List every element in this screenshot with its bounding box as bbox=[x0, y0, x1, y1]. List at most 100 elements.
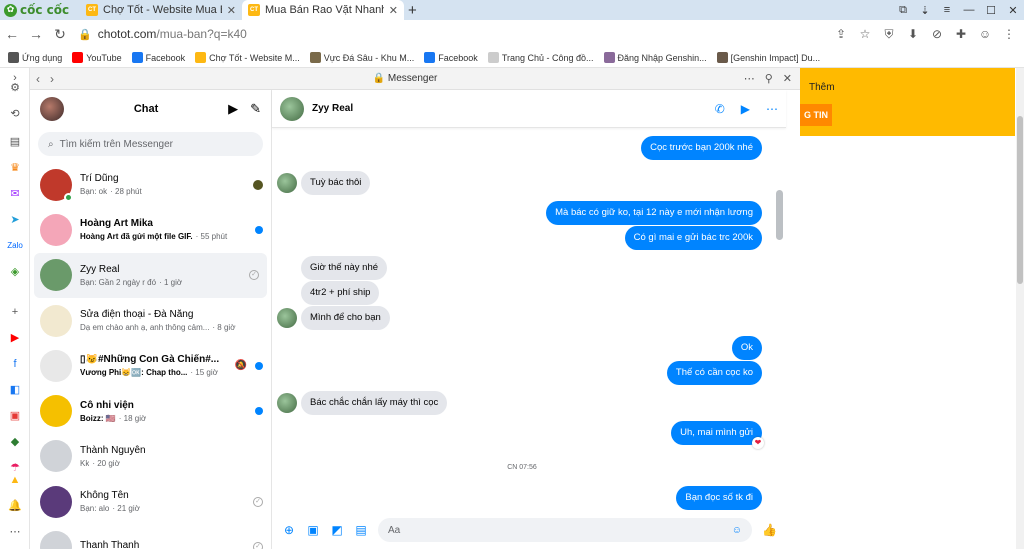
message-bubble-in[interactable]: Mình để cho bạn bbox=[301, 306, 390, 330]
video-icon[interactable]: ▶ bbox=[741, 102, 750, 116]
history-icon[interactable]: ⟲ bbox=[7, 106, 23, 122]
message-bubble-out[interactable]: Ok bbox=[731, 336, 762, 360]
emoji-icon[interactable]: ☺ bbox=[732, 525, 742, 536]
bookmark-item[interactable]: Facebook bbox=[424, 52, 478, 63]
download-icon[interactable]: ⬇ bbox=[904, 25, 922, 43]
shortcut-icon[interactable]: ◧ bbox=[7, 382, 23, 398]
more-icon[interactable]: ⋯ bbox=[7, 524, 23, 540]
compose-icon[interactable]: ✎ bbox=[250, 101, 261, 117]
message-bubble-out[interactable]: Bạn đọc số tk đi bbox=[676, 486, 762, 510]
minimize-icon[interactable]: — bbox=[958, 4, 980, 16]
seen-icon: ✓ bbox=[253, 496, 263, 507]
chotot-icon[interactable]: ▲ bbox=[7, 472, 23, 488]
message-bubble-out[interactable]: Thế có cần cọc ko bbox=[666, 361, 762, 385]
pin-icon[interactable]: ⚲ bbox=[765, 72, 773, 85]
bookmark-item[interactable]: Chợ Tốt - Website M... bbox=[195, 52, 300, 63]
zalo-icon[interactable]: Zalo bbox=[7, 238, 23, 254]
sticker-icon[interactable]: ◩ bbox=[330, 523, 344, 537]
message-input[interactable]: Aa ☺ bbox=[378, 518, 752, 542]
bookmark-item[interactable]: Vực Đá Sâu - Khu M... bbox=[309, 52, 414, 63]
bookmark-item[interactable]: YouTube bbox=[72, 52, 122, 63]
avatar[interactable] bbox=[40, 97, 64, 121]
telegram-icon[interactable]: ➤ bbox=[7, 212, 23, 228]
unread-dot bbox=[255, 225, 263, 234]
back-icon[interactable]: ← bbox=[0, 26, 24, 42]
gear-icon[interactable]: ⚙ bbox=[7, 80, 23, 96]
youtube-icon[interactable]: ▶ bbox=[7, 330, 23, 346]
conversation-item[interactable]: Trí Dũng Bạn: ok · 28 phút bbox=[30, 162, 271, 207]
message-bubble-out[interactable]: Có gì mai e gửi bác trc 200k bbox=[624, 226, 762, 250]
browser-logo[interactable]: ✿ cốc cốc bbox=[0, 0, 80, 20]
shopee-icon[interactable]: ▣ bbox=[7, 408, 23, 424]
gif-icon[interactable]: ▤ bbox=[354, 523, 368, 537]
facebook-icon[interactable]: f bbox=[7, 356, 23, 372]
like-icon[interactable]: 👍 bbox=[762, 523, 777, 537]
close-icon[interactable]: ✕ bbox=[783, 72, 792, 85]
tab-search-icon[interactable]: ⇣ bbox=[914, 4, 936, 17]
message-bubble-in[interactable]: Bác chắc chắn lấy máy thì cọc bbox=[301, 391, 448, 415]
shield-icon[interactable]: ⛨ bbox=[880, 25, 898, 43]
conversation-item[interactable]: Zyy Real Bạn: Gần 2 ngày r đó · 1 giờ ✓ bbox=[34, 252, 267, 298]
conversation-item[interactable]: ▯😼#Những Con Gà Chiến#... Vương Phi😸🆗: Ch… bbox=[30, 343, 271, 388]
message-bubble-out[interactable]: Cọc trước bạn 200k nhé bbox=[641, 136, 762, 160]
forward-icon[interactable]: › bbox=[50, 72, 54, 86]
menu-icon[interactable]: ≡ bbox=[936, 4, 958, 16]
new-tab-button[interactable]: + bbox=[404, 2, 421, 19]
forward-icon[interactable]: → bbox=[24, 26, 48, 42]
bookmark-item[interactable]: Đăng Nhập Genshin... bbox=[603, 52, 707, 63]
page-background bbox=[800, 68, 1024, 549]
heart-reaction-icon[interactable]: ❤ bbox=[752, 437, 764, 449]
message-bubble-in[interactable]: Giờ thế này nhé bbox=[301, 256, 388, 280]
search-input[interactable]: ⌕ Tìm kiếm trên Messenger bbox=[38, 132, 263, 156]
more-icon[interactable]: ⋯ bbox=[766, 102, 778, 116]
maximize-icon[interactable]: ☐ bbox=[980, 4, 1002, 17]
profile-icon[interactable]: ☺ bbox=[976, 25, 994, 43]
bookmark-item[interactable]: [Genshin Impact] Du... bbox=[716, 52, 820, 63]
image-icon[interactable]: ▣ bbox=[306, 523, 320, 537]
message-bubble-in[interactable]: 4tr2 + phí ship bbox=[301, 281, 380, 305]
add-icon[interactable]: + bbox=[7, 304, 23, 320]
url-field[interactable]: 🔒 chotot.com/mua-ban?q=k40 bbox=[78, 27, 798, 41]
puzzle-icon[interactable]: ✚ bbox=[952, 25, 970, 43]
game-icon[interactable]: ◈ bbox=[7, 264, 23, 280]
star-icon[interactable]: ☆ bbox=[856, 25, 874, 43]
phone-icon[interactable]: ✆ bbox=[715, 102, 725, 116]
share-icon[interactable]: ⇪ bbox=[832, 25, 850, 43]
bookmark-item[interactable]: Trang Chủ - Công đồ... bbox=[487, 52, 594, 63]
more-icon[interactable]: ⋯ bbox=[744, 72, 755, 85]
conversation-item[interactable]: Thanh Thanh ✓ bbox=[30, 524, 271, 549]
reload-icon[interactable]: ↻ bbox=[48, 26, 72, 43]
close-icon[interactable]: ✕ bbox=[227, 4, 236, 17]
conversation-item[interactable]: Hoàng Art Mika Hoàng Art đã gửi một file … bbox=[30, 207, 271, 252]
thread-name[interactable]: Zyy Real bbox=[304, 103, 715, 114]
notes-icon[interactable]: ▤ bbox=[7, 134, 23, 150]
more-icon[interactable]: ⋮ bbox=[1000, 25, 1018, 43]
back-icon[interactable]: ‹ bbox=[36, 72, 40, 86]
message-bubble-out[interactable]: Uh, mai mình gửi bbox=[671, 421, 762, 445]
post-button[interactable]: G TIN bbox=[800, 104, 832, 126]
plus-icon[interactable]: ⊕ bbox=[282, 523, 296, 537]
tab-mua-ban[interactable]: CT Mua Bán Rao Vặt Nhanh Chó... ✕ bbox=[242, 0, 404, 20]
bookmark-item[interactable]: Ứng dụng bbox=[8, 52, 62, 63]
bell-icon[interactable]: 🔔 bbox=[7, 498, 23, 514]
extension-icon[interactable]: ⧉ bbox=[892, 4, 914, 17]
video-call-icon[interactable]: ▶︎ bbox=[228, 101, 238, 117]
more-link[interactable]: Thêm bbox=[809, 82, 835, 93]
crown-icon[interactable]: ♛ bbox=[7, 160, 23, 176]
scrollbar[interactable] bbox=[776, 190, 783, 240]
message-bubble-out[interactable]: Mà bác có giữ ko, tại 12 này e mới nhận … bbox=[546, 201, 762, 225]
bookmark-item[interactable]: Facebook bbox=[131, 52, 185, 63]
app-icon[interactable]: ◆ bbox=[7, 434, 23, 450]
messenger-icon[interactable]: ✉ bbox=[7, 186, 23, 202]
close-window-icon[interactable]: ✕ bbox=[1002, 4, 1024, 17]
message-bubble-in[interactable]: Tuỳ bác thôi bbox=[301, 171, 371, 195]
close-icon[interactable]: ✕ bbox=[389, 4, 398, 17]
conversation-item[interactable]: Không Tên Bạn: alo · 21 giờ ✓ bbox=[30, 479, 271, 524]
page-scrollbar[interactable] bbox=[1016, 68, 1024, 549]
conversation-item[interactable]: Sửa điện thoại - Đà Nẵng Dạ em chào anh ạ… bbox=[30, 298, 271, 343]
tab-chotot[interactable]: CT Chợ Tốt - Website Mua Bán... ✕ bbox=[80, 0, 242, 20]
adblock-icon[interactable]: ⊘ bbox=[928, 25, 946, 43]
avatar[interactable] bbox=[280, 96, 304, 121]
conversation-item[interactable]: Thành Nguyên Kk · 20 giờ bbox=[30, 434, 271, 479]
conversation-item[interactable]: Cô nhi viện Boizz: 🇺🇸 · 18 giờ bbox=[30, 388, 271, 433]
